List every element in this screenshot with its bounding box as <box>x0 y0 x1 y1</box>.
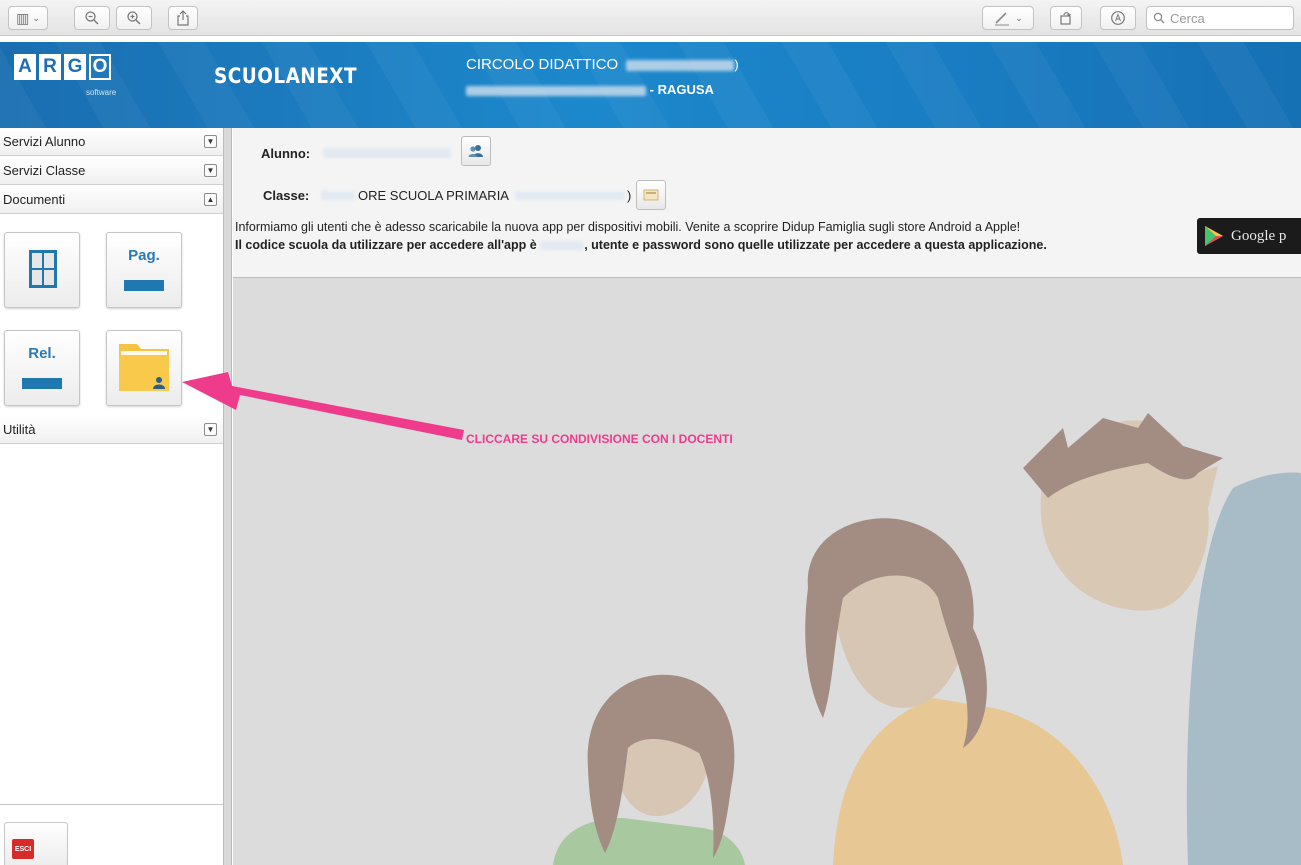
zoom-out-icon <box>85 11 99 25</box>
tile-label: Pag. <box>128 247 160 264</box>
search-icon <box>1153 12 1165 24</box>
redacted-text <box>626 59 735 71</box>
school-name: CIRCOLO DIDATTICO ) <box>466 56 739 73</box>
student-label: Alunno: <box>261 146 311 161</box>
pen-icon <box>995 12 1010 26</box>
page-icon <box>124 280 164 291</box>
search-field[interactable]: Cerca <box>1146 6 1294 30</box>
app-header: A R G O software SCUOLANEXT CIRCOLO DIDA… <box>0 42 1301 128</box>
app-name: SCUOLANEXT <box>214 64 358 88</box>
class-value: ORE SCUOLA PRIMARIA <box>358 188 509 203</box>
redacted-text <box>466 85 646 96</box>
sidebar-section-servizi-alunno[interactable]: Servizi Alunno ▼ <box>0 128 223 156</box>
chevron-down-icon[interactable]: ▼ <box>204 135 217 148</box>
share-icon <box>177 10 189 26</box>
sidebar-icon: ▥ <box>16 9 30 26</box>
chevron-up-icon[interactable]: ▲ <box>204 193 217 206</box>
viewer-toolbar: ▥ ⌄ ⌄ Cerca <box>0 0 1301 36</box>
redacted-text <box>515 191 625 200</box>
sidebar-section-utilita[interactable]: Utilità ▼ <box>0 416 223 444</box>
sidebar-divider <box>0 804 223 805</box>
search-placeholder: Cerca <box>1170 10 1205 26</box>
exit-button[interactable]: ESCI <box>4 822 68 865</box>
select-class-button[interactable] <box>636 180 666 210</box>
annotation-callout: CLICCARE SU CONDIVISIONE CON I DOCENTI <box>466 432 733 446</box>
markup-circle-icon <box>1111 11 1125 25</box>
users-icon <box>468 145 483 157</box>
sidebar-splitter[interactable] <box>224 128 232 865</box>
chevron-down-icon[interactable]: ▼ <box>204 164 217 177</box>
zoom-in-icon <box>127 11 141 25</box>
rotate-button[interactable] <box>1050 6 1082 30</box>
chevron-down-icon: ⌄ <box>32 12 40 23</box>
zoom-out-button[interactable] <box>74 6 110 30</box>
redacted-student-name <box>323 148 451 158</box>
google-play-badge[interactable]: Google p <box>1197 218 1301 254</box>
tile-documenti-grid[interactable] <box>4 232 80 308</box>
select-student-button[interactable] <box>461 136 491 166</box>
tile-relazioni[interactable]: Rel. <box>4 330 80 406</box>
google-play-icon <box>1205 226 1223 246</box>
sidebar: Servizi Alunno ▼ Servizi Classe ▼ Docume… <box>0 128 224 865</box>
tile-condivisione-docenti[interactable] <box>106 330 182 406</box>
argo-logo: A R G O <box>14 54 111 80</box>
markup-button[interactable]: ⌄ <box>982 6 1034 30</box>
student-info-panel: Alunno: Classe: ORE SCUOLA PRIMARIA ) In… <box>233 128 1301 278</box>
school-code-notice: Il codice scuola da utilizzare per acced… <box>235 238 1047 252</box>
rotate-icon <box>1060 12 1071 25</box>
zoom-in-button[interactable] <box>116 6 152 30</box>
logo-letter: A <box>14 54 36 80</box>
share-button[interactable] <box>168 6 198 30</box>
logo-subtitle: software <box>86 88 117 97</box>
logo-letter: G <box>64 54 86 80</box>
app-notice: Informiamo gli utenti che è adesso scari… <box>235 220 1021 234</box>
class-card-icon <box>643 189 659 201</box>
chevron-down-icon: ⌄ <box>1015 12 1023 23</box>
logo-letter: R <box>39 54 61 80</box>
exit-label: ESCI <box>12 839 34 859</box>
redacted-school-code <box>540 241 585 251</box>
logo-letter: O <box>89 54 111 80</box>
chevron-down-icon[interactable]: ▼ <box>204 423 217 436</box>
sidebar-toggle-button[interactable]: ▥ ⌄ <box>8 6 48 30</box>
sidebar-section-documenti[interactable]: Documenti ▲ <box>0 186 223 214</box>
report-icon <box>22 378 62 389</box>
tile-label: Rel. <box>28 345 56 362</box>
store-badge-text: Google p <box>1231 227 1287 244</box>
grid-document-icon <box>29 250 57 288</box>
sidebar-section-servizi-classe[interactable]: Servizi Classe ▼ <box>0 157 223 185</box>
main-content: Alunno: Classe: ORE SCUOLA PRIMARIA ) In… <box>233 128 1301 865</box>
tile-pagella[interactable]: Pag. <box>106 232 182 308</box>
redacted-text <box>321 191 355 200</box>
annotate-button[interactable] <box>1100 6 1136 30</box>
school-address: - RAGUSA <box>466 82 714 97</box>
shared-folder-icon <box>119 344 169 391</box>
class-label: Classe: <box>263 188 310 203</box>
